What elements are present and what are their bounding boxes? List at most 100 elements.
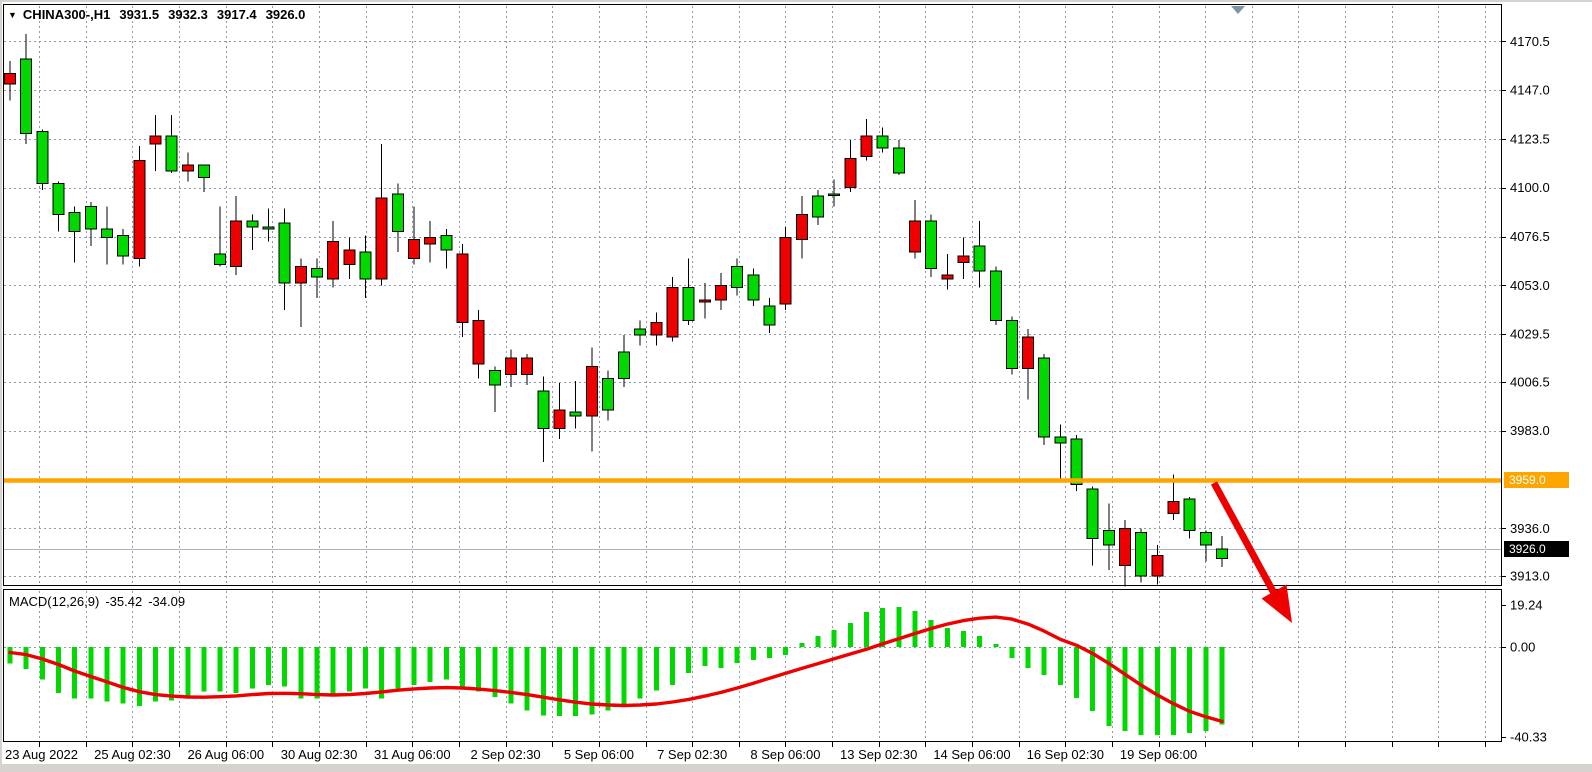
macd-bar (1171, 647, 1176, 735)
symbol-dropdown-icon[interactable]: ▼ (8, 10, 17, 20)
time-axis-label: 31 Aug 06:00 (374, 747, 451, 762)
macd-bar (137, 647, 142, 706)
macd-bar (751, 647, 756, 660)
candle-body (69, 213, 80, 232)
chart-title: ▼CHINA300-,H13931.53932.33917.43926.0 (8, 7, 305, 22)
macd-axis-label: -40.33 (1510, 730, 1547, 745)
macd-bar (1009, 647, 1014, 658)
candle-body (505, 358, 516, 375)
candle-body (312, 269, 323, 277)
price-axis-label: 3936.0 (1510, 521, 1550, 536)
candle-body (101, 229, 112, 237)
macd-bar (56, 647, 61, 693)
macd-bar (557, 647, 562, 716)
time-axis-label: 25 Aug 02:30 (94, 747, 171, 762)
candle-body (554, 410, 565, 429)
candle-body (1168, 501, 1179, 513)
candle-body (5, 73, 16, 83)
candle-body (667, 287, 678, 337)
candle-body (392, 194, 403, 231)
macd-bar (363, 647, 368, 688)
candle-body (166, 136, 177, 171)
candle-body (716, 285, 727, 300)
candle-body (1006, 321, 1017, 369)
macd-bar (654, 647, 659, 691)
macd-bar (977, 636, 982, 647)
price-axis-label: 3913.0 (1510, 569, 1550, 584)
candle-body (1200, 532, 1211, 544)
price-axis-label: 4100.0 (1510, 180, 1550, 195)
price-axis-label: 4170.5 (1510, 34, 1550, 49)
trading-chart-window: 4170.54147.04123.54100.04076.54053.04029… (0, 0, 1592, 772)
macd-value: -35.42 (105, 594, 142, 609)
candle-body (263, 227, 274, 229)
quote-low: 3917.4 (217, 7, 257, 22)
macd-bar (1074, 647, 1079, 698)
macd-bar (670, 647, 675, 685)
candle-body (877, 136, 888, 148)
candle-body (780, 238, 791, 304)
macd-bar (783, 647, 788, 655)
macd-bar (1187, 647, 1192, 733)
candle-body (425, 238, 436, 244)
macd-bar (929, 620, 934, 647)
candle-body (861, 136, 872, 157)
macd-bar (298, 647, 303, 698)
candle (134, 146, 145, 266)
macd-bar (1106, 647, 1111, 726)
candle-body (635, 329, 646, 335)
candle-body (748, 275, 759, 300)
macd-name: MACD(12,26,9) (9, 594, 99, 609)
symbol-timeframe-label: CHINA300-,H1 (23, 7, 110, 22)
chart-area[interactable]: 4170.54147.04123.54100.04076.54053.04029… (2, 2, 1590, 762)
candle-body (829, 194, 840, 196)
price-axis-label: 4076.5 (1510, 229, 1550, 244)
time-axis-label: 26 Aug 06:00 (187, 747, 264, 762)
candle-body (118, 235, 129, 256)
chart-canvas[interactable]: 4170.54147.04123.54100.04076.54053.04029… (2, 2, 1592, 764)
candle-body (473, 321, 484, 365)
price-axis-label: 4029.5 (1510, 327, 1550, 342)
candle-body (328, 242, 339, 279)
candle-body (279, 223, 290, 283)
quote-open: 3931.5 (119, 7, 159, 22)
candle (37, 130, 48, 190)
macd-bar (395, 647, 400, 688)
bid-price-tag: 3926.0 (1504, 541, 1569, 557)
price-axis-label: 4147.0 (1510, 83, 1550, 98)
candle-body (909, 221, 920, 252)
quote-high: 3932.3 (168, 7, 208, 22)
macd-axis-label: 0.00 (1510, 640, 1535, 655)
candle-body (942, 275, 953, 279)
candle (1136, 528, 1147, 582)
candle-body (182, 165, 193, 171)
macd-bar (605, 647, 610, 710)
macd-bar (912, 611, 917, 647)
candle-body (1039, 358, 1050, 437)
macd-bar (476, 647, 481, 692)
macd-bar (347, 647, 352, 692)
macd-bar (993, 644, 998, 647)
candle-body (1103, 530, 1114, 545)
candle-body (85, 206, 96, 229)
candle-body (1087, 489, 1098, 539)
macd-bar (1058, 647, 1063, 685)
macd-bar (767, 647, 772, 658)
macd-bar (945, 628, 950, 647)
candle-body (570, 412, 581, 416)
time-axis-label: 5 Sep 06:00 (564, 747, 634, 762)
macd-bar (1139, 647, 1144, 735)
macd-bar (40, 647, 45, 680)
macd-bar (88, 647, 93, 698)
candle-body (457, 254, 468, 323)
macd-bar (961, 631, 966, 647)
macd-bar (266, 647, 271, 685)
macd-bar (169, 647, 174, 700)
macd-bar (525, 647, 530, 710)
macd-bar (24, 647, 29, 669)
candle-body (198, 165, 209, 177)
macd-bar (1042, 647, 1047, 675)
candle-body (845, 159, 856, 188)
candle-body (1136, 532, 1147, 576)
candle-body (53, 184, 64, 215)
